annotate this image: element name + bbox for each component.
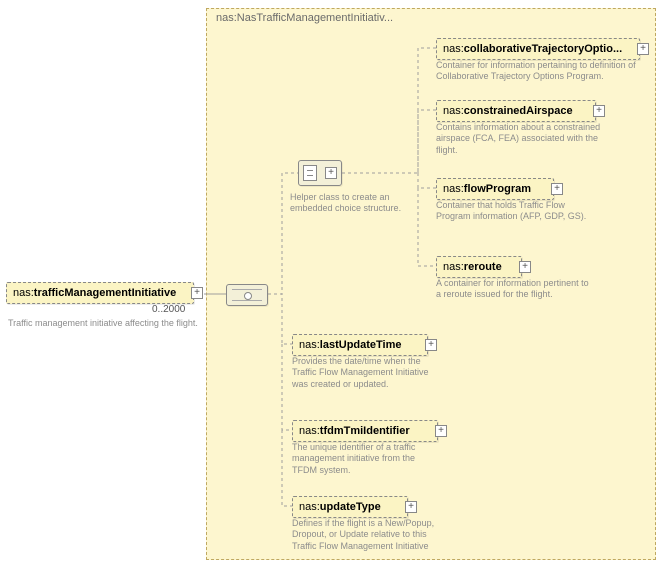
expand-icon[interactable]: +: [191, 287, 203, 299]
expand-icon[interactable]: +: [593, 105, 605, 117]
element-name: reroute: [464, 261, 502, 273]
element-name: updateType: [320, 501, 381, 513]
element-name: collaborativeTrajectoryOptio...: [464, 43, 622, 55]
desc-seq-1: The unique identifier of a traffic manag…: [292, 442, 442, 476]
element-name: lastUpdateTime: [320, 339, 402, 351]
desc-choice-0: Container for information pertaining to …: [436, 60, 646, 83]
element-name: constrainedAirspace: [464, 105, 573, 117]
element-lastUpdateTime[interactable]: nas:lastUpdateTime +: [292, 334, 428, 356]
desc-choice-3: A container for information pertinent to…: [436, 278, 596, 301]
prefix: nas:: [216, 12, 237, 24]
prefix: nas:: [443, 43, 464, 55]
expand-icon[interactable]: +: [325, 167, 337, 179]
element-collaborativeTrajectoryOptions[interactable]: nas:collaborativeTrajectoryOptio... +: [436, 38, 640, 60]
choice-connector[interactable]: +: [298, 160, 342, 186]
element-name: trafficManagementInitiative: [34, 287, 176, 299]
element-constrainedAirspace[interactable]: nas:constrainedAirspace +: [436, 100, 596, 122]
type-container-title: nas:NasTrafficManagementInitiativ...: [216, 12, 393, 24]
sequence-connector[interactable]: [226, 284, 268, 306]
element-name: flowProgram: [464, 183, 531, 195]
desc-choice-2: Container that holds Traffic Flow Progra…: [436, 200, 596, 223]
prefix: nas:: [443, 261, 464, 273]
type-name: NasTrafficManagementInitiativ...: [237, 12, 393, 24]
element-reroute[interactable]: nas:reroute +: [436, 256, 522, 278]
element-tfdmTmiIdentifier[interactable]: nas:tfdmTmiIdentifier +: [292, 420, 438, 442]
expand-icon[interactable]: +: [435, 425, 447, 437]
desc-helper: Helper class to create an embedded choic…: [290, 192, 420, 215]
cardinality: 0..2000: [152, 304, 185, 315]
element-flowProgram[interactable]: nas:flowProgram +: [436, 178, 554, 200]
desc-seq-0: Provides the date/time when the Traffic …: [292, 356, 442, 390]
expand-icon[interactable]: +: [425, 339, 437, 351]
switch-icon: [303, 165, 317, 181]
expand-icon[interactable]: +: [405, 501, 417, 513]
expand-icon[interactable]: +: [551, 183, 563, 195]
desc-root: Traffic management initiative affecting …: [8, 318, 198, 329]
desc-choice-1: Contains information about a constrained…: [436, 122, 616, 156]
element-name: tfdmTmiIdentifier: [320, 425, 410, 437]
element-trafficManagementInitiative[interactable]: nas:trafficManagementInitiative +: [6, 282, 194, 304]
element-updateType[interactable]: nas:updateType +: [292, 496, 408, 518]
prefix: nas:: [13, 287, 34, 299]
prefix: nas:: [299, 339, 320, 351]
prefix: nas:: [299, 501, 320, 513]
prefix: nas:: [299, 425, 320, 437]
prefix: nas:: [443, 105, 464, 117]
expand-icon[interactable]: +: [519, 261, 531, 273]
prefix: nas:: [443, 183, 464, 195]
expand-icon[interactable]: +: [637, 43, 649, 55]
desc-seq-2: Defines if the flight is a New/Popup, Dr…: [292, 518, 442, 552]
